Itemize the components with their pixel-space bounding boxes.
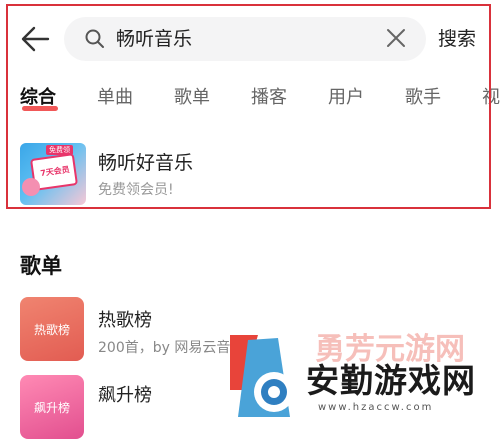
active-tab-indicator (22, 106, 58, 111)
promo-badge: 免费领 (46, 145, 73, 155)
tab-users[interactable]: 用户 (328, 86, 364, 110)
tab-podcasts[interactable]: 播客 (251, 86, 287, 110)
search-icon (84, 28, 106, 50)
flower-icon (22, 178, 40, 196)
watermark-text: 安勤游戏网 (306, 361, 476, 400)
tab-playlists[interactable]: 歌单 (174, 86, 210, 110)
tab-videos[interactable]: 视 (482, 86, 500, 110)
playlist-cover[interactable]: 飙升榜 (20, 375, 84, 439)
tab-songs[interactable]: 单曲 (97, 86, 133, 110)
search-query: 畅听音乐 (116, 28, 193, 50)
back-arrow-icon (21, 26, 50, 52)
playlist-title[interactable]: 热歌榜 (98, 309, 152, 333)
clear-icon[interactable] (384, 26, 408, 50)
watermark-url: www.hzaccw.com (318, 402, 434, 413)
playlist-title[interactable]: 飙升榜 (98, 384, 152, 408)
promo-subtitle: 免费领会员! (98, 182, 174, 198)
back-button[interactable] (18, 22, 52, 56)
search-button[interactable]: 搜索 (438, 25, 476, 53)
promo-title[interactable]: 畅听好音乐 (98, 151, 193, 175)
section-title: 歌单 (20, 254, 62, 278)
playlist-cover[interactable]: 热歌榜 (20, 297, 84, 361)
playlist-subtitle: 200首，by 网易云音 (98, 340, 231, 356)
tab-artists[interactable]: 歌手 (405, 86, 441, 110)
